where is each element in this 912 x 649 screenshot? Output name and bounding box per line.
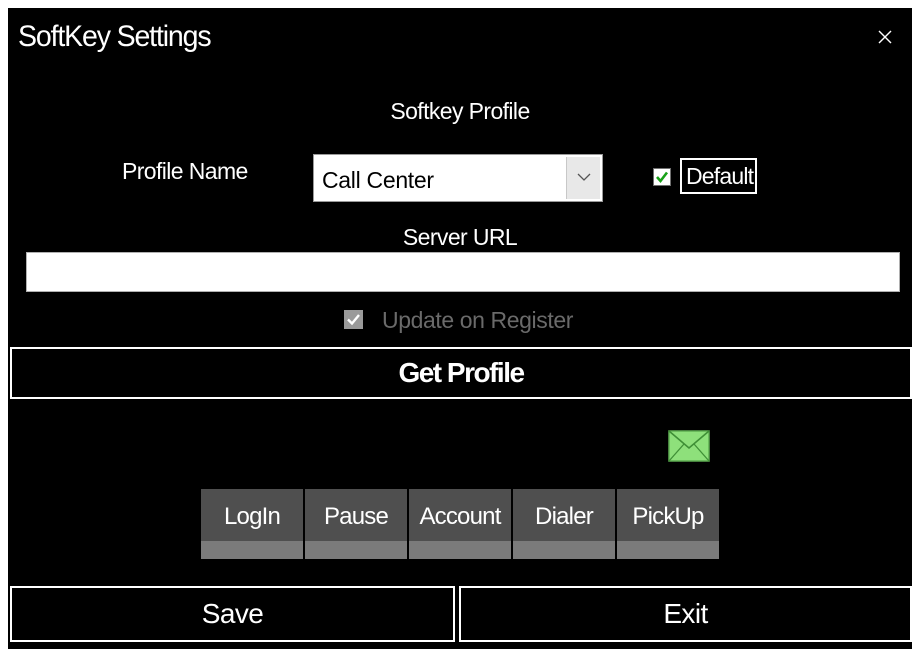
- window-title: SoftKey Settings: [18, 20, 212, 53]
- softkey-button-account[interactable]: Account: [409, 489, 511, 559]
- softkey-button-login[interactable]: LogIn: [201, 489, 303, 559]
- softkey-label: Account: [419, 503, 501, 530]
- softkey-label: PickUp: [632, 503, 704, 530]
- chevron-down-icon[interactable]: [566, 157, 600, 199]
- softkey-bar: [201, 541, 303, 559]
- get-profile-button[interactable]: Get Profile: [10, 347, 912, 399]
- exit-button[interactable]: Exit: [459, 586, 912, 642]
- server-url-label: Server URL: [402, 224, 518, 250]
- softkey-button-pickup[interactable]: PickUp: [617, 489, 719, 559]
- softkey-settings-window: SoftKey Settings Softkey Profile Profile…: [8, 8, 912, 649]
- softkey-label: Pause: [323, 503, 389, 530]
- softkey-bar: [409, 541, 511, 559]
- softkey-button-pause[interactable]: Pause: [305, 489, 407, 559]
- softkey-bar: [617, 541, 719, 559]
- softkey-row: LogIn Pause Account Dialer PickUp: [201, 489, 719, 559]
- softkey-bar: [305, 541, 407, 559]
- close-icon[interactable]: [876, 28, 894, 46]
- softkey-bar: [513, 541, 615, 559]
- server-url-input[interactable]: [26, 252, 900, 292]
- save-button[interactable]: Save: [10, 586, 455, 642]
- profile-name-label: Profile Name: [122, 158, 248, 184]
- profile-name-select[interactable]: Call Center: [313, 154, 603, 202]
- default-label[interactable]: Default: [680, 158, 758, 194]
- profile-name-selected-value: Call Center: [322, 167, 434, 193]
- update-on-register-checkbox: [344, 310, 363, 329]
- softkey-label: Dialer: [535, 503, 594, 530]
- update-on-register-label: Update on Register: [382, 307, 573, 333]
- profile-section-title: Softkey Profile: [390, 98, 530, 124]
- envelope-icon[interactable]: [668, 430, 710, 462]
- softkey-label: LogIn: [223, 503, 281, 530]
- softkey-button-dialer[interactable]: Dialer: [513, 489, 615, 559]
- default-checkbox[interactable]: [653, 168, 671, 186]
